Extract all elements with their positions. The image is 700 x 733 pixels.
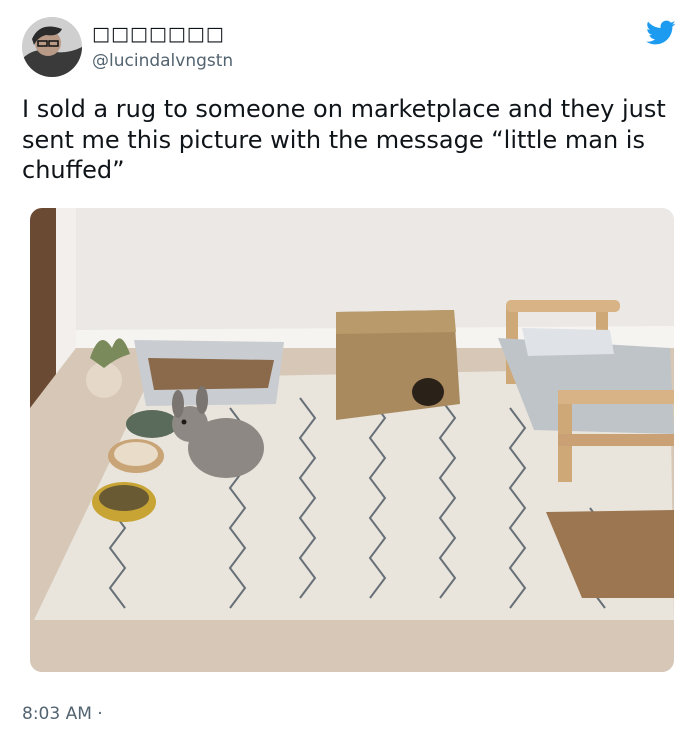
rabbit-room-photo	[30, 208, 674, 672]
tweet-card: □□□□□□□ @lucindalvngstn I sold a rug to …	[0, 0, 700, 733]
user-handle[interactable]: @lucindalvngstn	[92, 51, 233, 71]
avatar-photo	[22, 17, 82, 77]
twitter-bird-icon[interactable]	[646, 20, 676, 46]
tweet-photo[interactable]	[30, 208, 674, 672]
avatar[interactable]	[22, 17, 82, 77]
display-name[interactable]: □□□□□□□	[92, 23, 225, 45]
timestamp[interactable]: 8:03 AM ·	[22, 704, 103, 724]
tweet-text: I sold a rug to someone on marketplace a…	[22, 95, 666, 184]
